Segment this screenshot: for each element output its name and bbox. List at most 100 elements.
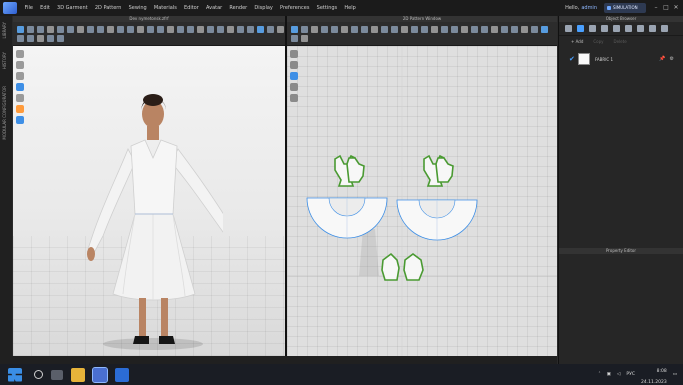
internal-polygon-icon[interactable] [361, 25, 368, 33]
camera-icon[interactable] [227, 25, 234, 33]
notification-icon[interactable]: ▭ [673, 372, 677, 377]
fabric-list-item[interactable]: ✔ FABRIC 1 📌 ⚙ [569, 52, 674, 66]
3d-viewport[interactable] [13, 46, 285, 356]
menu-settings[interactable]: Settings [313, 0, 341, 16]
fold-tool-icon[interactable] [47, 25, 54, 33]
puckering-icon[interactable] [167, 25, 174, 33]
buttonhole-icon[interactable] [147, 25, 154, 33]
check-sewing-icon[interactable] [431, 25, 438, 33]
menu-editor[interactable]: Editor [180, 0, 202, 16]
annotation-icon[interactable] [501, 25, 508, 33]
grading-icon[interactable] [511, 25, 518, 33]
windows-start-icon[interactable] [8, 367, 22, 382]
add-graphic-icon[interactable] [481, 25, 488, 33]
topstitch-icon[interactable] [157, 25, 164, 33]
snapshot-icon[interactable] [267, 25, 274, 33]
free-sewing-icon[interactable] [421, 25, 428, 33]
pose-icon[interactable] [217, 25, 224, 33]
trace-icon[interactable] [381, 25, 388, 33]
layer-icon[interactable] [57, 34, 64, 42]
trim-tool-icon[interactable] [87, 25, 94, 33]
notch-icon[interactable] [451, 25, 458, 33]
menu-3d-garment[interactable]: 3D Garment [53, 0, 91, 16]
2d-viewport[interactable] [287, 46, 557, 356]
tab-history[interactable]: HISTORY [2, 52, 7, 69]
avatar-with-dress[interactable] [73, 54, 223, 354]
chevron-up-icon[interactable]: ˄ [598, 372, 600, 377]
volume-icon[interactable]: ◁ [617, 372, 620, 377]
menu-help[interactable]: Help [341, 0, 360, 16]
seam-allowance-icon[interactable] [401, 25, 408, 33]
menu-file[interactable]: File [21, 0, 37, 16]
rotate-icon[interactable] [301, 34, 308, 42]
search-icon[interactable] [34, 370, 43, 379]
style-line-icon[interactable] [97, 25, 104, 33]
grainline-icon[interactable] [461, 25, 468, 33]
select-tool-icon[interactable] [17, 25, 24, 33]
move-tool-icon[interactable] [27, 25, 34, 33]
selected-mode-icon[interactable] [257, 25, 264, 33]
simulation-button[interactable]: SIMULATION [604, 3, 646, 13]
minimize-icon[interactable]: – [652, 3, 660, 12]
pattern-layout-icon[interactable] [531, 25, 538, 33]
avatar-tool-icon[interactable] [197, 25, 204, 33]
network-icon[interactable]: ▣ [607, 372, 611, 377]
clock[interactable]: 8:08 24.11.2023 [641, 364, 667, 385]
user-greeting[interactable]: Hello, admin [565, 0, 597, 16]
menu-display[interactable]: Display [251, 0, 277, 16]
pattern-pieces[interactable] [287, 46, 557, 356]
delete-button[interactable]: Delete [614, 39, 627, 44]
menu-preferences[interactable]: Preferences [276, 0, 313, 16]
word-app-icon[interactable] [115, 367, 129, 382]
zipper-browser-icon[interactable] [649, 25, 656, 32]
ellipse-icon[interactable] [351, 25, 358, 33]
xray-icon[interactable] [47, 34, 54, 42]
graphic-icon[interactable] [187, 25, 194, 33]
fabric-display-icon[interactable] [16, 105, 24, 113]
ruler-icon[interactable] [491, 25, 498, 33]
edit-curve-icon[interactable] [311, 25, 318, 33]
measure-avatar-icon[interactable] [207, 25, 214, 33]
symmetry-icon[interactable] [521, 25, 528, 33]
pattern-display-icon[interactable] [16, 116, 24, 124]
wind-icon[interactable] [17, 34, 24, 42]
edit-texture-icon[interactable] [471, 25, 478, 33]
selected-2d-mode-icon[interactable] [541, 25, 548, 33]
add-point-icon[interactable] [321, 25, 328, 33]
view-mode-icon[interactable] [16, 50, 24, 58]
fabric-icon[interactable] [577, 25, 584, 32]
menu-render[interactable]: Render [226, 0, 251, 16]
measure-tool-icon[interactable] [67, 25, 74, 33]
dart-icon[interactable] [371, 25, 378, 33]
button-icon[interactable] [589, 25, 596, 32]
avatar-browser-icon[interactable] [661, 25, 668, 32]
pin-icon[interactable]: 📌 [659, 56, 665, 62]
menu-avatar[interactable]: Avatar [202, 0, 225, 16]
menu-materials[interactable]: Materials [150, 0, 180, 16]
add-button[interactable]: + Add [571, 39, 583, 44]
tack-tool-icon[interactable] [57, 25, 64, 33]
offset-icon[interactable] [391, 25, 398, 33]
zipper-icon[interactable] [127, 25, 134, 33]
flip-icon[interactable] [291, 34, 298, 42]
fold-arrangement-icon[interactable] [441, 25, 448, 33]
segment-sewing-icon[interactable] [411, 25, 418, 33]
render-icon[interactable] [247, 25, 254, 33]
fit-map-icon[interactable] [27, 34, 34, 42]
menu-edit[interactable]: Edit [37, 0, 54, 16]
buttonhole-browser-icon[interactable] [601, 25, 608, 32]
brush-tool-icon[interactable] [77, 25, 84, 33]
display-icon[interactable] [16, 61, 24, 69]
close-icon[interactable]: ✕ [672, 3, 680, 12]
texture-display-icon[interactable] [16, 94, 24, 102]
pin-tool-icon[interactable] [37, 25, 44, 33]
clo-app-icon[interactable] [92, 366, 108, 383]
strain-map-icon[interactable] [37, 34, 44, 42]
tab-modular-configurator[interactable]: MODULAR CONFIGURATOR [2, 86, 7, 140]
menu-2d-pattern[interactable]: 2D Pattern [91, 0, 125, 16]
polygon-icon[interactable] [331, 25, 338, 33]
rectangle-icon[interactable] [341, 25, 348, 33]
record-icon[interactable] [277, 25, 284, 33]
transform-pattern-icon[interactable] [291, 25, 298, 33]
light-icon[interactable] [237, 25, 244, 33]
